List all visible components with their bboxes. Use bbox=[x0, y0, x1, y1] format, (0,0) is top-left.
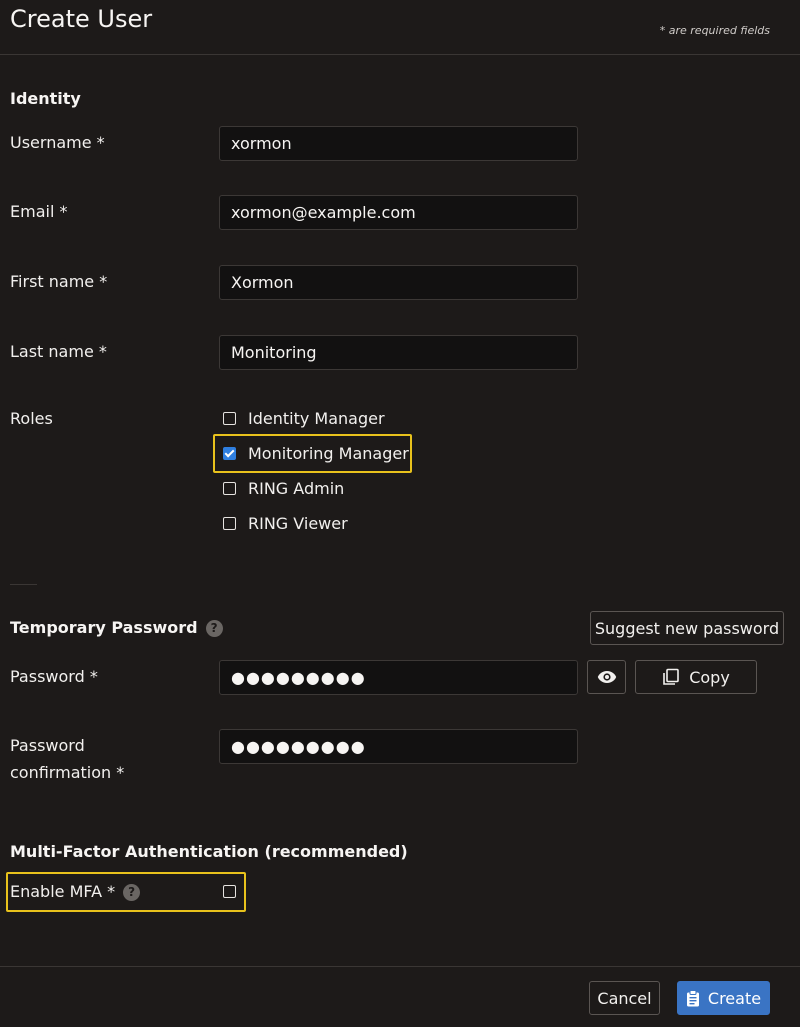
email-input[interactable]: xormon@example.com bbox=[219, 195, 578, 230]
dialog-header: Create User * are required fields bbox=[0, 0, 800, 55]
password-label: Password * bbox=[10, 667, 98, 686]
password-input[interactable]: ●●●●●●●●● bbox=[219, 660, 578, 695]
role-checkbox-ring-admin[interactable] bbox=[223, 481, 236, 495]
role-checkbox-ring-viewer[interactable] bbox=[223, 516, 236, 530]
section-divider bbox=[10, 584, 37, 585]
show-password-button[interactable] bbox=[587, 660, 626, 694]
password-confirmation-label-line2: confirmation * bbox=[10, 763, 125, 782]
roles-label: Roles bbox=[10, 409, 53, 428]
monitoring-manager-highlight bbox=[213, 434, 412, 473]
temporary-password-section-title: Temporary Password? bbox=[10, 618, 223, 637]
enable-mfa-highlight bbox=[6, 872, 246, 912]
first-name-input[interactable]: Xormon bbox=[219, 265, 578, 300]
role-checkbox-identity-manager[interactable] bbox=[223, 411, 236, 425]
password-confirmation-label-line1: Password bbox=[10, 736, 85, 755]
role-label-identity-manager: Identity Manager bbox=[248, 408, 385, 428]
role-option-ring-viewer[interactable]: RING Viewer bbox=[221, 510, 348, 536]
username-label: Username * bbox=[10, 133, 105, 152]
username-input[interactable]: xormon bbox=[219, 126, 578, 161]
role-option-ring-admin[interactable]: RING Admin bbox=[221, 475, 344, 501]
temporary-password-title-text: Temporary Password bbox=[10, 618, 198, 637]
suggest-password-button[interactable]: Suggest new password bbox=[590, 611, 784, 645]
last-name-label: Last name * bbox=[10, 342, 107, 361]
password-confirmation-input[interactable]: ●●●●●●●●● bbox=[219, 729, 578, 764]
identity-section-title: Identity bbox=[10, 89, 81, 108]
mfa-section-title: Multi-Factor Authentication (recommended… bbox=[10, 842, 408, 861]
first-name-label: First name * bbox=[10, 272, 108, 291]
clipboard-icon bbox=[686, 989, 699, 1006]
page-title: Create User bbox=[10, 5, 153, 33]
role-label-ring-admin: RING Admin bbox=[248, 478, 345, 498]
footer-divider bbox=[0, 966, 800, 967]
last-name-input[interactable]: Monitoring bbox=[219, 335, 578, 370]
question-circle-icon[interactable]: ? bbox=[205, 620, 223, 637]
role-label-ring-viewer: RING Viewer bbox=[248, 513, 348, 533]
email-label: Email * bbox=[10, 202, 68, 221]
cancel-button[interactable]: Cancel bbox=[589, 981, 660, 1015]
required-fields-note: * are required fields bbox=[659, 24, 770, 37]
create-button[interactable]: Create bbox=[677, 981, 770, 1015]
eye-icon bbox=[597, 671, 616, 683]
copy-button-label: Copy bbox=[689, 667, 730, 687]
create-button-label: Create bbox=[707, 988, 762, 1008]
copy-password-button[interactable]: Copy bbox=[635, 660, 757, 694]
copy-icon bbox=[663, 668, 680, 685]
role-option-identity-manager[interactable]: Identity Manager bbox=[221, 405, 385, 431]
